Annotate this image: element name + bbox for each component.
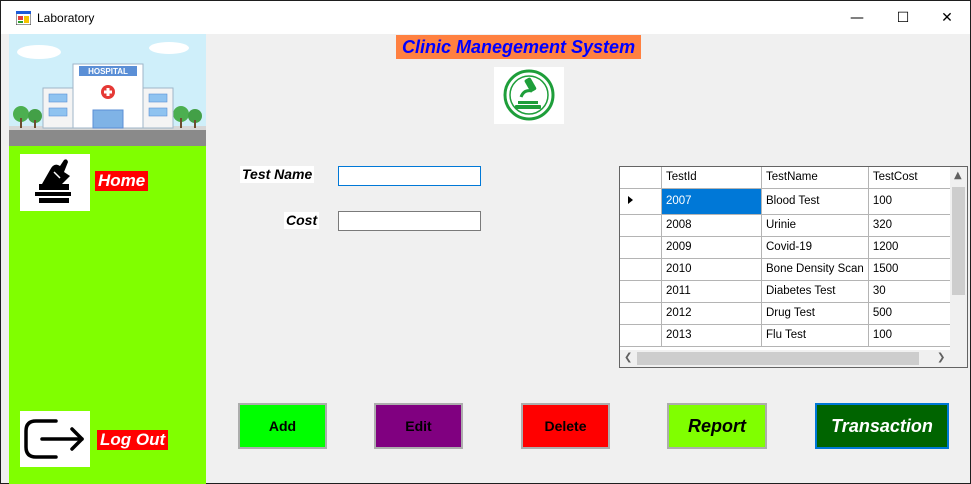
lab-logo [494,67,564,124]
add-button[interactable]: Add [238,403,327,449]
cell-testid[interactable]: 2009 [661,236,762,259]
column-header-testcost[interactable]: TestCost [868,167,959,189]
vertical-scroll-thumb[interactable] [952,187,965,295]
cell-testname[interactable]: Blood Test [761,188,869,215]
cell-testid[interactable]: 2013 [661,324,762,347]
cell-testname[interactable]: Flu Test [761,324,869,347]
cell-testname[interactable]: Diabetes Test [761,280,869,303]
close-button[interactable]: ✕ [924,1,970,34]
logout-icon-box[interactable] [20,411,90,467]
window-title: Laboratory [37,11,95,25]
column-header-testid[interactable]: TestId [661,167,762,189]
row-selector[interactable] [620,236,662,259]
scroll-up-icon[interactable]: ▲ [954,170,962,181]
table-row[interactable]: 2010 Bone Density Scan 1500 [620,258,959,281]
test-name-label: Test Name [240,166,315,183]
cell-testcost[interactable]: 30 [868,280,959,303]
app-title: Clinic Manegement System [396,35,642,59]
minimize-button[interactable]: — [834,1,880,34]
table-row[interactable]: 2008 Urinie 320 [620,214,959,237]
row-selector[interactable] [620,188,662,215]
vertical-scrollbar[interactable]: ▲ [950,167,967,350]
app-window: Laboratory — ☐ ✕ HOSPITAL Home Log Out C… [0,0,971,484]
cell-testid[interactable]: 2010 [661,258,762,281]
tests-table: TestId TestName TestCost 2007 Blood Test… [620,167,959,347]
cell-testcost[interactable]: 320 [868,214,959,237]
cost-label: Cost [284,212,320,229]
cell-testcost[interactable]: 1500 [868,258,959,281]
table-row[interactable]: 2013 Flu Test 100 [620,324,959,347]
cell-testid[interactable]: 2008 [661,214,762,237]
row-selector[interactable] [620,258,662,281]
cell-testname[interactable]: Urinie [761,214,869,237]
scroll-left-icon[interactable]: ❮ [624,352,632,363]
test-name-input[interactable] [338,166,481,186]
hospital-sign: HOSPITAL [88,67,128,76]
current-row-arrow-icon [628,195,633,204]
home-hand-icon [35,159,71,203]
title-bar: Laboratory — ☐ ✕ [1,1,970,34]
horizontal-scroll-thumb[interactable] [637,352,919,365]
tests-grid[interactable]: TestId TestName TestCost 2007 Blood Test… [619,166,968,368]
cell-testname[interactable]: Covid-19 [761,236,869,259]
home-icon-box[interactable] [20,154,90,211]
table-row[interactable]: 2011 Diabetes Test 30 [620,280,959,303]
sidebar: HOSPITAL Home Log Out [9,34,206,484]
row-header-corner [620,167,662,189]
row-selector[interactable] [620,280,662,303]
cell-testid[interactable]: 2007 [661,188,762,215]
cell-testcost[interactable]: 100 [868,188,959,215]
row-selector[interactable] [620,214,662,237]
app-icon [16,11,31,25]
report-button[interactable]: Report [667,403,767,449]
delete-button[interactable]: Delete [521,403,610,449]
home-link[interactable]: Home [95,171,149,191]
hospital-illustration: HOSPITAL [9,34,206,146]
grid-header-row: TestId TestName TestCost [620,167,959,189]
cell-testname[interactable]: Drug Test [761,302,869,325]
edit-button[interactable]: Edit [374,403,463,449]
horizontal-scrollbar[interactable]: ❮ ❯ [620,350,967,367]
row-selector[interactable] [620,302,662,325]
cost-input[interactable] [338,211,481,231]
table-row[interactable]: 2012 Drug Test 500 [620,302,959,325]
microscope-icon [503,69,555,121]
cell-testcost[interactable]: 500 [868,302,959,325]
cell-testid[interactable]: 2011 [661,280,762,303]
maximize-button[interactable]: ☐ [880,1,926,34]
row-selector[interactable] [620,324,662,347]
cell-testcost[interactable]: 1200 [868,236,959,259]
scroll-right-icon[interactable]: ❯ [937,352,945,363]
transaction-button[interactable]: Transaction [815,403,949,449]
cell-testcost[interactable]: 100 [868,324,959,347]
table-row[interactable]: 2007 Blood Test 100 [620,188,959,215]
logout-link[interactable]: Log Out [97,430,169,450]
table-row[interactable]: 2009 Covid-19 1200 [620,236,959,259]
logout-door-icon [24,419,84,459]
cell-testname[interactable]: Bone Density Scan [761,258,869,281]
cell-testid[interactable]: 2012 [661,302,762,325]
column-header-testname[interactable]: TestName [761,167,869,189]
